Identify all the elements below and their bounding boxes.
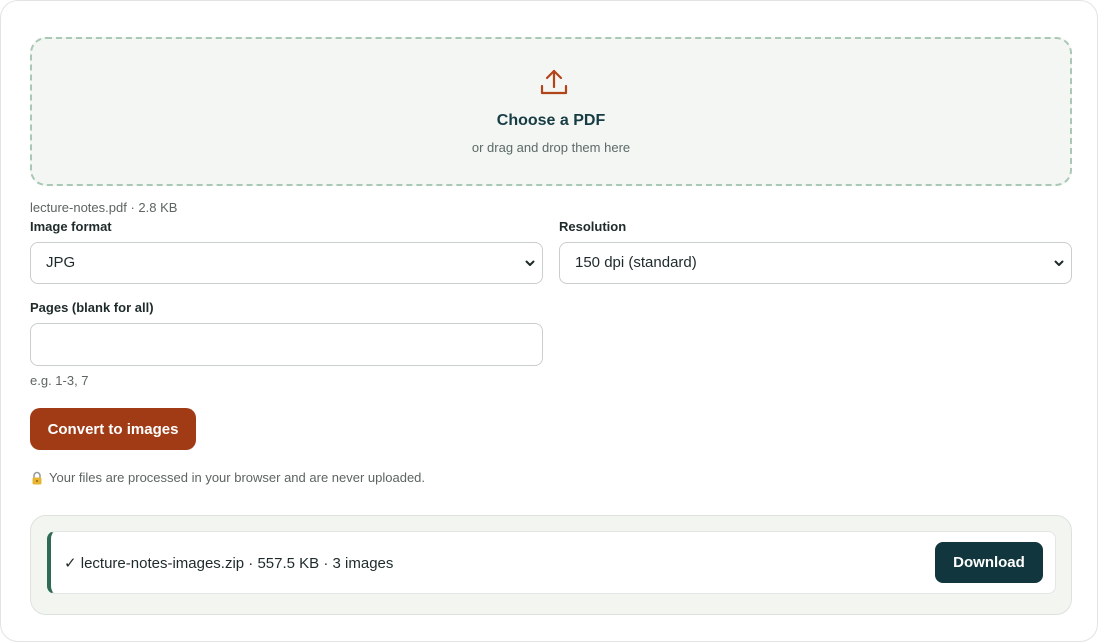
chevron-down-icon — [1054, 260, 1064, 266]
upload-icon — [540, 69, 568, 95]
pages-label: Pages (blank for all) — [30, 300, 154, 315]
lock-icon — [32, 471, 42, 484]
pages-input[interactable] — [30, 323, 543, 366]
resolution-value: 150 dpi (standard) — [575, 254, 697, 271]
privacy-text: Your files are processed in your browser… — [49, 470, 426, 485]
result-item: ✓ lecture-notes-images.zip · 557.5 KB · … — [47, 531, 1056, 594]
convert-button[interactable]: Convert to images — [30, 408, 196, 450]
pdf-dropzone[interactable]: Choose a PDF or drag and drop them here — [30, 37, 1072, 186]
results-panel: ✓ lecture-notes-images.zip · 557.5 KB · … — [30, 515, 1072, 615]
resolution-label: Resolution — [559, 219, 627, 234]
image-format-value: JPG — [46, 254, 76, 271]
image-format-label: Image format — [30, 219, 112, 234]
dropzone-subtitle: or drag and drop them here — [471, 140, 631, 155]
selected-file-info: lecture-notes.pdf · 2.8 KB — [30, 200, 178, 215]
image-format-select[interactable]: JPG — [30, 242, 543, 284]
converter-card: Choose a PDF or drag and drop them here … — [0, 0, 1098, 642]
result-file-info: ✓ lecture-notes-images.zip · 557.5 KB · … — [64, 555, 394, 572]
resolution-select[interactable]: 150 dpi (standard) — [559, 242, 1072, 284]
privacy-note: Your files are processed in your browser… — [30, 470, 425, 485]
chevron-down-icon — [525, 260, 535, 266]
dropzone-title: Choose a PDF — [496, 112, 606, 129]
download-button[interactable]: Download — [935, 542, 1043, 583]
pages-hint: e.g. 1-3, 7 — [30, 373, 89, 388]
